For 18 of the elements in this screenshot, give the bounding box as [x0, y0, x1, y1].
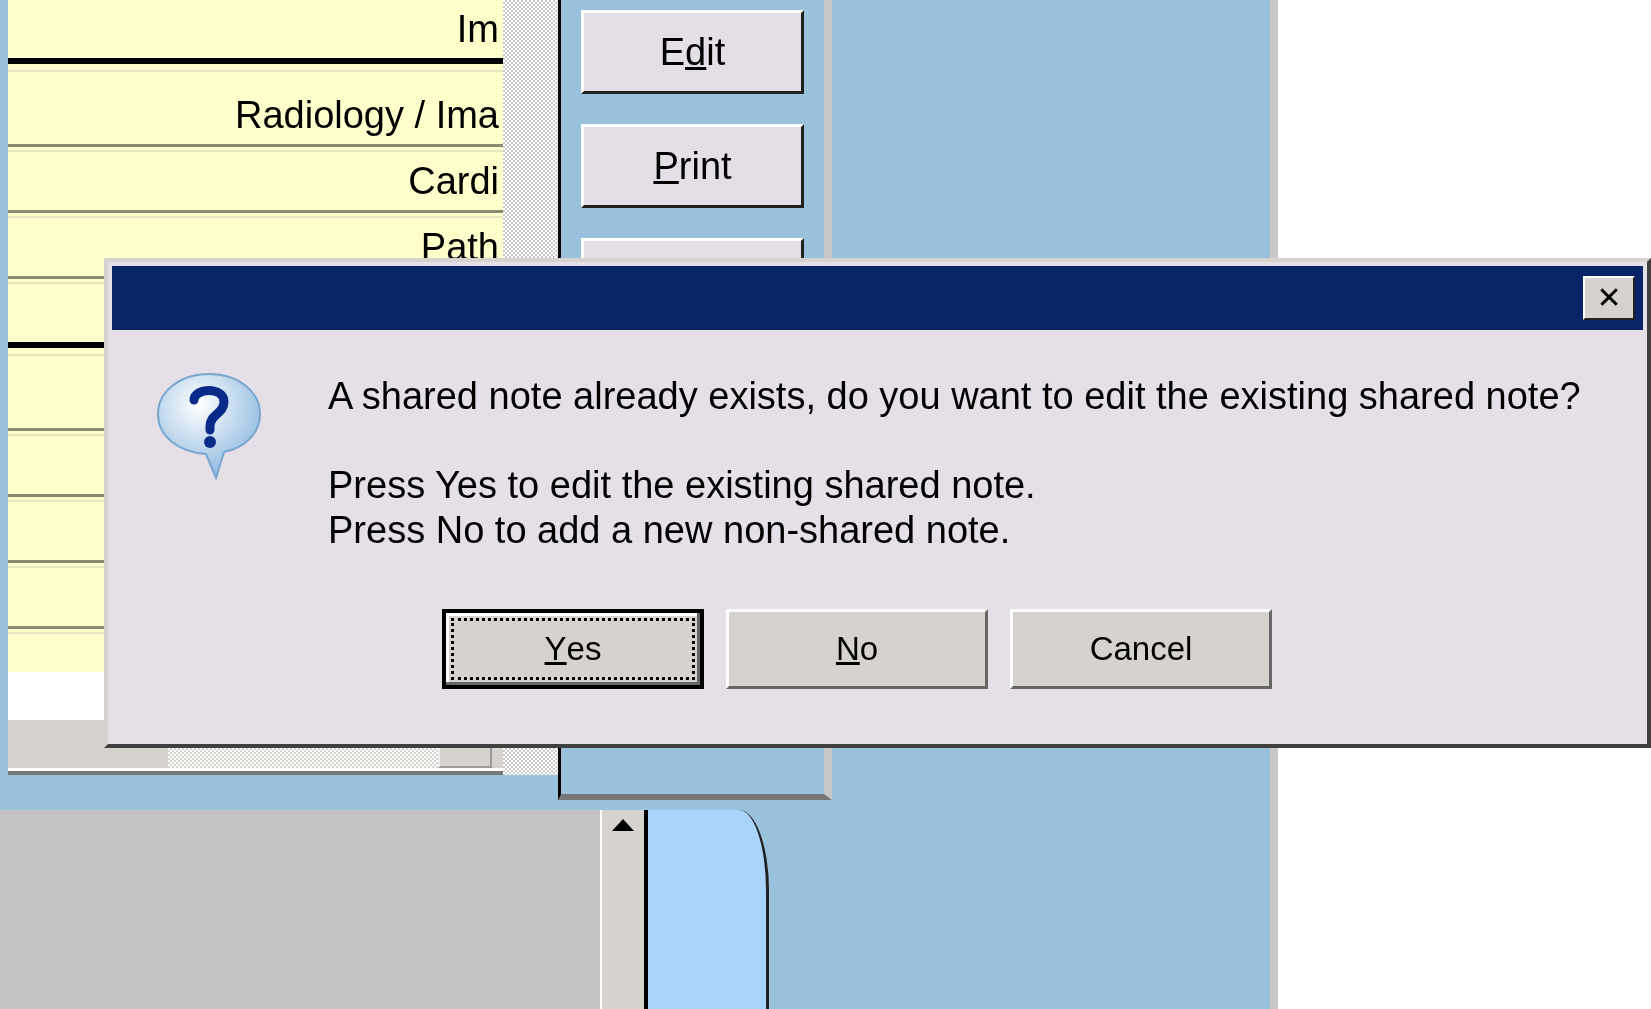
list-row[interactable]: Im	[8, 0, 503, 58]
scrollbar[interactable]	[600, 810, 648, 1009]
row-label: Im	[456, 7, 499, 51]
toolbar-button[interactable]: Print	[581, 124, 804, 208]
row-label: Radiology / Ima	[235, 93, 499, 137]
dialog-instruction: Press No to add a new non-shared note.	[328, 508, 1012, 553]
row-label: Cardi	[408, 159, 499, 203]
dialog-button[interactable]: No	[726, 609, 988, 689]
close-button[interactable]: ✕	[1583, 276, 1635, 320]
up-arrow-icon[interactable]	[611, 818, 635, 832]
dialog-button[interactable]: Cancel	[1010, 609, 1272, 689]
list-row[interactable]: Cardi	[8, 152, 503, 210]
dialog-button[interactable]: Yes	[442, 609, 704, 689]
list-row[interactable]: Radiology / Ima	[8, 86, 503, 144]
toolbar-button[interactable]: Edit	[581, 10, 804, 94]
question-bubble-icon	[154, 370, 264, 482]
dialog-instruction: Press Yes to edit the existing shared note.	[328, 463, 1037, 508]
dialog-message: A shared note already exists, do you want to edit the existing shared note?	[328, 374, 1581, 419]
